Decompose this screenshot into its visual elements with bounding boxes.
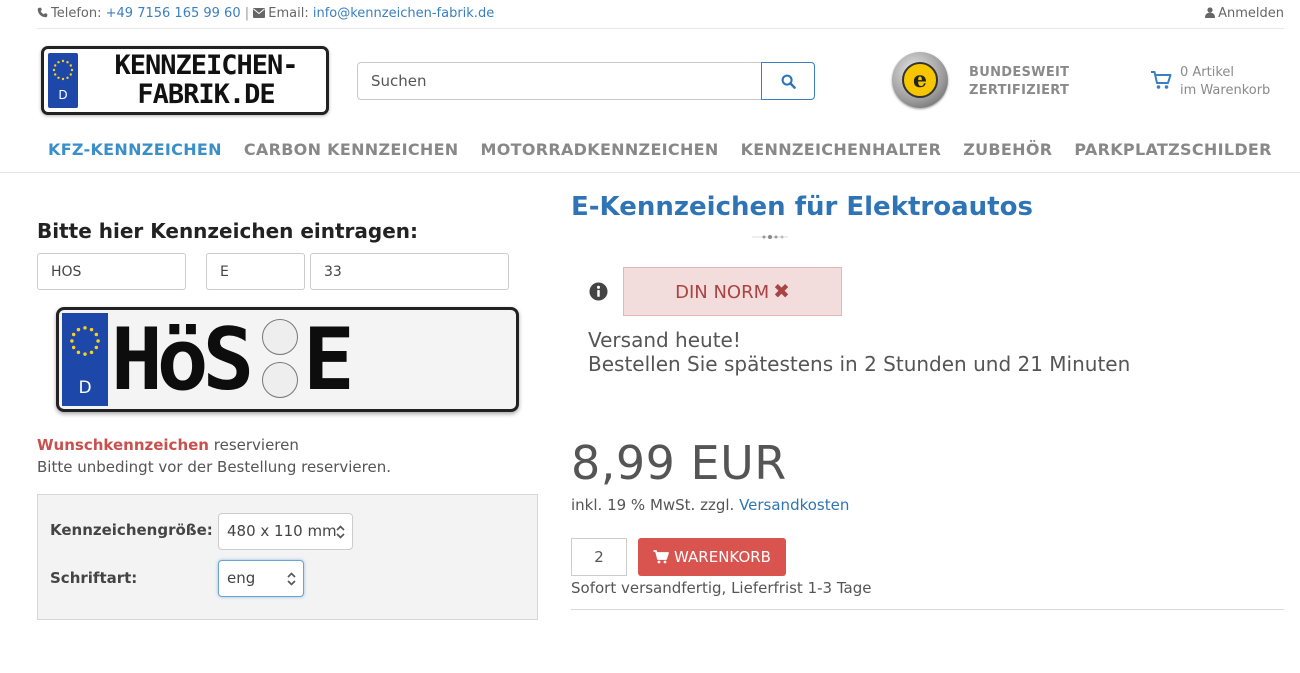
- info-icon[interactable]: [589, 282, 608, 301]
- reservation-text: reservieren: [208, 436, 299, 454]
- product-title: E-Kennzeichen für Elektroautos: [571, 192, 1033, 222]
- tax-text: inkl. 19 % MwSt. zzgl.: [571, 496, 740, 514]
- certification-text: BUNDESWEIT ZERTIFIZIERT: [969, 64, 1069, 100]
- eu-stars-icon: [52, 59, 74, 81]
- font-select-value: eng: [227, 569, 256, 587]
- phone-label: Telefon:: [51, 6, 102, 21]
- options-panel: Kennzeichengröße: 480 x 110 mm Schriftar…: [37, 494, 538, 620]
- delivery-info: Sofort versandfertig, Lieferfrist 1-3 Ta…: [571, 579, 872, 597]
- logo-text: KENNZEICHEN- FABRIK.DE: [88, 51, 324, 109]
- city-code-input[interactable]: [37, 253, 186, 290]
- search-box: [357, 62, 815, 100]
- top-bar: Telefon: +49 7156 165 99 60 | Email: inf…: [0, 0, 1300, 29]
- size-select-value: 480 x 110 mm: [227, 522, 337, 540]
- nav-item-kennzeichenhalter[interactable]: KENNZEICHENHALTER: [741, 140, 942, 159]
- add-to-cart-button[interactable]: WARENKORB: [638, 538, 786, 576]
- phone-link[interactable]: +49 7156 165 99 60: [106, 6, 241, 21]
- reservation-hint: Bitte unbedingt vor der Bestellung reser…: [37, 458, 391, 476]
- certification-line2: ZERTIFIZIERT: [969, 83, 1070, 98]
- certification-line1: BUNDESWEIT: [969, 65, 1070, 80]
- eu-band: D: [48, 53, 78, 108]
- shipping-deadline: Bestellen Sie spätestens in 2 Stunden un…: [588, 352, 1131, 376]
- email-link[interactable]: info@kennzeichen-fabrik.de: [313, 6, 494, 21]
- logo-country: D: [58, 88, 68, 102]
- numbers-input[interactable]: [310, 253, 509, 290]
- select-arrows-icon: [336, 525, 345, 539]
- font-label: Schriftart:: [50, 569, 138, 587]
- shipping-costs-link[interactable]: Versandkosten: [739, 496, 849, 514]
- nav-item-motorradkennzeichen[interactable]: MOTORRADKENNZEICHEN: [481, 140, 719, 159]
- font-select[interactable]: eng: [218, 560, 304, 597]
- product-divider: [571, 609, 1284, 610]
- logo-line2: FABRIK.DE: [137, 79, 275, 110]
- user-icon: [1205, 7, 1216, 18]
- nav-divider: [0, 172, 1300, 173]
- divider: [37, 28, 1284, 29]
- envelope-icon: [253, 8, 266, 18]
- nav-item-parkplatzschilder[interactable]: PARKPLATZSCHILDER: [1074, 140, 1271, 159]
- din-norm-label: DIN NORM: [675, 282, 770, 303]
- login-link[interactable]: Anmelden: [1205, 6, 1284, 21]
- select-arrows-icon: [287, 572, 296, 586]
- site-logo[interactable]: D KENNZEICHEN- FABRIK.DE: [41, 46, 329, 115]
- nav-item-zubehoer[interactable]: ZUBEHÖR: [963, 140, 1052, 159]
- plate-preview: D HöS E 33E: [56, 307, 519, 412]
- trusted-shops-seal[interactable]: e: [892, 52, 948, 108]
- reservation-line: Wunschkennzeichen reservieren: [37, 436, 299, 454]
- tax-note: inkl. 19 % MwSt. zzgl. Versandkosten: [571, 496, 849, 514]
- search-button[interactable]: [761, 62, 815, 100]
- phone-icon: [37, 7, 48, 18]
- product-price: 8,99 EUR: [571, 436, 787, 490]
- shipping-today: Versand heute!: [588, 328, 741, 352]
- plate-city-text: HöS: [111, 310, 254, 410]
- din-x-icon: ✖: [773, 279, 790, 303]
- cart-summary: 0 Artikel im Warenkorb: [1180, 64, 1270, 100]
- din-norm-badge: DIN NORM ✖: [623, 267, 842, 316]
- logo-line1: KENNZEICHEN-: [114, 50, 298, 81]
- main-nav: KFZ-KENNZEICHEN CARBON KENNZEICHEN MOTOR…: [48, 140, 1294, 159]
- size-label: Kennzeichengröße:: [50, 521, 213, 539]
- plate-seal-bottom: [262, 362, 298, 398]
- plate-form-title: Bitte hier Kennzeichen eintragen:: [37, 219, 419, 243]
- plate-seal-top: [262, 319, 298, 355]
- cart-label: im Warenkorb: [1180, 83, 1271, 98]
- login-label: Anmelden: [1218, 6, 1284, 21]
- search-icon: [781, 74, 796, 89]
- plate-number-text: E 33E: [303, 310, 446, 410]
- nav-item-carbon-kennzeichen[interactable]: CARBON KENNZEICHEN: [244, 140, 459, 159]
- size-select[interactable]: 480 x 110 mm: [218, 513, 353, 550]
- trusted-shops-e-icon: e: [902, 62, 938, 98]
- cart-count: 0 Artikel: [1180, 65, 1235, 80]
- separator: |: [244, 6, 250, 21]
- letters-input[interactable]: [206, 253, 305, 290]
- search-input[interactable]: [358, 63, 762, 99]
- nav-item-kfz-kennzeichen[interactable]: KFZ-KENNZEICHEN: [48, 140, 222, 159]
- eu-stars-icon: [70, 326, 100, 356]
- title-divider-dots: [752, 235, 788, 239]
- quantity-input[interactable]: [571, 538, 627, 576]
- shopping-cart-icon: [653, 550, 669, 564]
- contact-info: Telefon: +49 7156 165 99 60 | Email: inf…: [37, 6, 494, 21]
- add-to-cart-label: WARENKORB: [674, 548, 771, 566]
- plate-eu-band: D: [62, 313, 108, 406]
- reservation-link[interactable]: Wunschkennzeichen: [37, 436, 209, 454]
- shopping-cart-icon: [1151, 71, 1172, 89]
- plate-country: D: [78, 378, 92, 398]
- email-label: Email:: [268, 6, 309, 21]
